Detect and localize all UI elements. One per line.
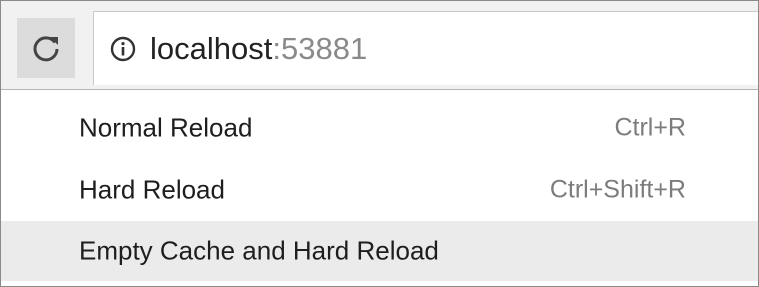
- info-icon[interactable]: [110, 36, 136, 62]
- reload-icon: [33, 36, 59, 62]
- url-port: 53881: [280, 31, 368, 66]
- menu-item-shortcut: Ctrl+R: [614, 113, 686, 142]
- browser-window: localhost:53881 Normal Reload Ctrl+R Har…: [0, 0, 759, 287]
- menu-item-label: Hard Reload: [79, 174, 225, 205]
- menu-item-shortcut: Ctrl+Shift+R: [549, 175, 686, 204]
- url-text[interactable]: localhost:53881: [150, 33, 367, 64]
- reload-context-menu: Normal Reload Ctrl+R Hard Reload Ctrl+Sh…: [1, 89, 758, 286]
- address-bar[interactable]: localhost:53881: [93, 11, 758, 85]
- browser-toolbar: localhost:53881: [1, 1, 758, 89]
- url-separator: :: [272, 31, 281, 66]
- menu-item-hard-reload[interactable]: Hard Reload Ctrl+Shift+R: [1, 160, 758, 220]
- menu-item-normal-reload[interactable]: Normal Reload Ctrl+R: [1, 98, 758, 158]
- menu-item-label: Empty Cache and Hard Reload: [79, 235, 439, 266]
- menu-item-label: Normal Reload: [79, 112, 253, 143]
- url-host: localhost: [150, 31, 273, 66]
- menu-item-empty-cache-hard-reload[interactable]: Empty Cache and Hard Reload: [1, 221, 758, 281]
- reload-button[interactable]: [17, 18, 75, 78]
